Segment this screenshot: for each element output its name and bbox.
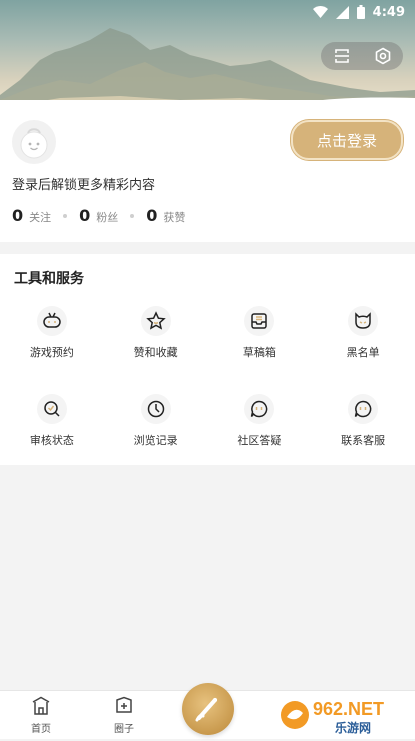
tools-section: 工具和服务 游戏预约 赞和收藏 草稿箱 黑名单 审核状态 浏览记录 社区答疑 联…: [0, 254, 415, 465]
chat-question-icon: [244, 394, 275, 424]
tool-label: 草稿箱: [242, 346, 276, 359]
tool-blacklist[interactable]: 黑名单: [311, 306, 415, 360]
status-time: 4:49: [372, 4, 405, 20]
center-action-button[interactable]: [182, 683, 234, 735]
tool-game-reservation[interactable]: 游戏预约: [0, 306, 104, 360]
stat-following[interactable]: 0 关注: [12, 206, 51, 225]
settings-icon[interactable]: [368, 43, 398, 69]
bottom-nav: 首页 圈子 962.NET 乐游网: [0, 683, 415, 739]
watermark-text: 962.NET: [313, 699, 384, 719]
customer-service-icon: [348, 394, 379, 424]
tool-browse-history[interactable]: 浏览记录: [104, 394, 208, 448]
tool-review-status[interactable]: 审核状态: [0, 394, 104, 448]
watermark-logo: 962.NET 乐游网: [277, 693, 409, 737]
separator-dot: [130, 213, 135, 218]
stat-value: 0: [146, 206, 158, 225]
nav-circle[interactable]: 圈子: [94, 695, 154, 735]
battery-icon: [356, 5, 365, 19]
tool-community-qa[interactable]: 社区答疑: [208, 394, 312, 448]
stat-label: 粉丝: [96, 211, 119, 224]
clock-icon: [140, 394, 171, 424]
nav-label: 首页: [31, 724, 51, 735]
login-button[interactable]: 点击登录: [291, 120, 403, 160]
header-actions: [321, 42, 403, 70]
scan-icon[interactable]: [327, 43, 357, 69]
review-status-icon: [36, 394, 67, 424]
stat-value: 0: [79, 206, 91, 225]
watermark-subtext: 乐游网: [335, 720, 371, 735]
tool-label: 浏览记录: [133, 434, 178, 447]
tool-label: 游戏预约: [29, 346, 74, 359]
blacklist-cat-icon: [348, 306, 379, 336]
profile-card: 点击登录 登录后解锁更多精彩内容 0 关注 0 粉丝 0 获赞: [0, 100, 415, 242]
stat-fans[interactable]: 0 粉丝: [79, 206, 118, 225]
stat-value: 0: [12, 206, 24, 225]
brush-emblem-icon: [195, 698, 217, 722]
separator-dot: [63, 213, 68, 218]
wifi-icon: [312, 6, 328, 18]
gamepad-icon: [36, 306, 67, 336]
nav-label: 圈子: [114, 724, 134, 735]
signal-icon: [335, 5, 349, 19]
home-pavilion-icon: [30, 695, 52, 720]
tool-label: 社区答疑: [237, 434, 282, 447]
tool-likes-favorites[interactable]: 赞和收藏: [104, 306, 208, 360]
stats-row: 0 关注 0 粉丝 0 获赞: [12, 206, 185, 225]
status-bar: 4:49: [0, 0, 415, 24]
stat-label: 获赞: [163, 211, 186, 224]
tools-grid: 游戏预约 赞和收藏 草稿箱 黑名单 审核状态 浏览记录 社区答疑 联系客服: [0, 306, 415, 448]
stat-likes[interactable]: 0 获赞: [146, 206, 185, 225]
default-avatar-icon: [20, 128, 48, 159]
tool-customer-service[interactable]: 联系客服: [311, 394, 415, 448]
tool-label: 联系客服: [341, 434, 386, 447]
section-title: 工具和服务: [14, 271, 84, 287]
star-icon: [140, 306, 171, 336]
avatar[interactable]: [12, 120, 56, 164]
tool-label: 审核状态: [29, 434, 74, 447]
tool-label: 赞和收藏: [133, 346, 178, 359]
tool-drafts[interactable]: 草稿箱: [208, 306, 312, 360]
login-tip: 登录后解锁更多精彩内容: [12, 178, 156, 193]
drafts-tray-icon: [244, 306, 275, 336]
nav-home[interactable]: 首页: [11, 695, 71, 735]
stat-label: 关注: [29, 211, 52, 224]
tool-label: 黑名单: [346, 346, 380, 359]
circle-plus-icon: [113, 695, 135, 720]
